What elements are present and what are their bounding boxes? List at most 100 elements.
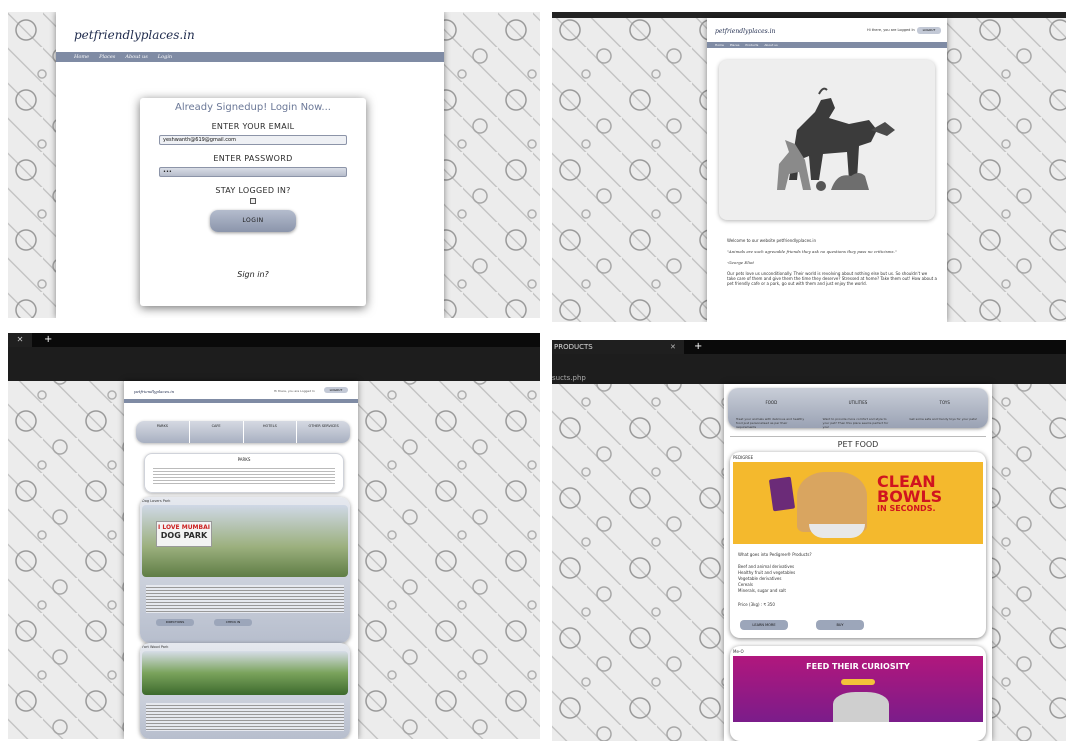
banner-cta	[841, 679, 875, 685]
pets-hero-image	[719, 60, 935, 220]
product-banner: CLEAN BOWLS IN SECONDS.	[733, 462, 983, 544]
category-description: Want to provide more comfort and style t…	[822, 417, 889, 429]
browser-tab[interactable]: ✕	[8, 333, 32, 347]
browser-tab-bar: PRODUCTS ✕ +	[552, 340, 1066, 354]
product-question: What goes into Pedigree® Products?	[738, 552, 812, 557]
browser-tab[interactable]: PRODUCTS	[552, 340, 684, 354]
products-page: FOOD Treat your animals with delicious a…	[724, 384, 992, 741]
park-title: Dog Lovers Park	[142, 499, 171, 503]
banner-line-3: IN SECONDS.	[877, 504, 936, 513]
browser-tab-bar: ✕ +	[8, 333, 540, 347]
product-banner: FEED THEIR CURIOSITY	[733, 656, 983, 722]
signin-link[interactable]: Sign in?	[140, 270, 366, 279]
login-screenshot: petfriendlyplaces.in Home Places About u…	[8, 12, 540, 318]
checkin-button[interactable]: CHECK IN	[214, 619, 252, 626]
nav-about[interactable]: About us	[125, 54, 147, 60]
new-tab-icon[interactable]: +	[694, 340, 702, 354]
site-logo[interactable]: petfriendlyplaces.in	[715, 28, 775, 35]
sign-bottom-text: DOG PARK	[160, 531, 208, 540]
category-other-services[interactable]: OTHER SERVICES	[297, 421, 350, 443]
category-description: Get some safe and trendy toys for your p…	[909, 417, 978, 421]
section-title: PET FOOD	[837, 440, 879, 449]
logout-button[interactable]: LOGOUT	[324, 387, 348, 393]
food-pack-icon	[768, 476, 796, 512]
product-buttons: LEARN MORE BUY	[730, 608, 986, 630]
category-food[interactable]: FOOD Treat your animals with delicious a…	[728, 388, 815, 429]
password-label: ENTER PASSWORD	[213, 154, 293, 163]
nav-home[interactable]: Home	[715, 43, 724, 47]
password-field[interactable]: •••	[159, 167, 347, 177]
nav-login[interactable]: Login	[158, 54, 172, 60]
parks-page: petfriendlyplaces.in Hi there, you are L…	[124, 381, 358, 739]
login-card: Already Signedup! Login Now... ENTER YOU…	[140, 98, 366, 306]
park-buttons: DIRECTIONS CHECK IN	[140, 613, 350, 626]
park-card: Fort Wood Park	[140, 643, 350, 739]
category-title: FOOD	[765, 400, 778, 405]
login-page: petfriendlyplaces.in Home Places About u…	[56, 12, 444, 318]
nav-home[interactable]: Home	[74, 54, 89, 60]
body-text: Our pets love us unconditionally. Their …	[727, 271, 937, 286]
home-page: petfriendlyplaces.in Hi there, you are L…	[707, 18, 947, 322]
stay-logged-label: STAY LOGGED IN?	[215, 186, 291, 195]
home-screenshot: petfriendlyplaces.in Hi there, you are L…	[552, 12, 1066, 322]
url-text[interactable]: sucts.php	[552, 374, 586, 382]
category-parks[interactable]: PARKS	[136, 421, 190, 443]
nav-places[interactable]: Places	[99, 54, 115, 60]
nav-products[interactable]: Products	[745, 43, 758, 47]
product-name: PEDIGREE	[733, 455, 754, 460]
learn-more-button[interactable]: LEARN MORE	[740, 620, 788, 630]
banner-headline: FEED THEIR CURIOSITY	[806, 662, 910, 671]
welcome-user-text: Hi there, you are Logged In	[867, 28, 915, 32]
divider	[730, 436, 986, 437]
nav-bar: Home Places About us Login	[56, 52, 444, 62]
section-description	[153, 466, 335, 486]
category-bar: PARKS CAFE HOTELS OTHER SERVICES	[136, 421, 350, 443]
close-icon[interactable]: ✕	[670, 340, 676, 354]
parks-section: PARKS	[144, 453, 344, 493]
welcome-user-text: Hi there, you are Logged In	[274, 389, 315, 393]
nav-bar: Home Places Products About us	[707, 42, 947, 48]
park-image	[142, 651, 348, 695]
park-title: Fort Wood Park	[142, 645, 169, 649]
product-card: Me-O FEED THEIR CURIOSITY	[730, 646, 986, 741]
products-screenshot: PRODUCTS ✕ + sucts.php FOOD Treat your a…	[552, 340, 1066, 741]
park-description	[146, 703, 344, 731]
park-description	[146, 585, 344, 613]
email-label: ENTER YOUR EMAIL	[211, 122, 295, 131]
section-title: PARKS	[237, 457, 251, 462]
buy-button[interactable]: BUY	[816, 620, 864, 630]
banner-headline: CLEAN BOWLS IN SECONDS.	[877, 474, 942, 514]
new-tab-icon[interactable]: +	[44, 333, 52, 347]
category-title: TOYS	[939, 400, 950, 405]
welcome-text: Welcome to our website petfriendlyplaces…	[727, 238, 817, 243]
park-image: I LOVE MUMBAI DOG PARK	[142, 505, 348, 577]
nav-places[interactable]: Places	[730, 43, 740, 47]
close-icon[interactable]: ✕	[17, 335, 24, 344]
category-hotels[interactable]: HOTELS	[244, 421, 298, 443]
parks-screenshot: ✕ + petfriendlyplaces.in Hi there, you a…	[8, 333, 540, 739]
quote-text: "Animals are such agreeable friends they…	[727, 249, 897, 254]
product-card: PEDIGREE CLEAN BOWLS IN SECONDS. What go…	[730, 452, 986, 638]
welcome-section: Welcome to our website petfriendlyplaces…	[727, 238, 937, 286]
category-utilities[interactable]: UTILITIES Want to provide more comfort a…	[815, 388, 902, 429]
logout-button[interactable]: LOGOUT	[917, 27, 941, 34]
category-bar: FOOD Treat your animals with delicious a…	[728, 388, 988, 429]
quote-author: -George Eliot	[727, 260, 754, 265]
nav-about[interactable]: About us	[764, 43, 777, 47]
product-name: Me-O	[733, 649, 744, 654]
site-logo[interactable]: petfriendlyplaces.in	[134, 389, 174, 394]
ingredient-item: Minerals, sugar and salt	[738, 588, 786, 593]
category-cafe[interactable]: CAFE	[190, 421, 244, 443]
browser-address-bar: sucts.php	[552, 354, 1066, 384]
category-description: Treat your animals with delicious and he…	[736, 417, 805, 429]
site-logo[interactable]: petfriendlyplaces.in	[74, 28, 195, 42]
bowl-icon	[809, 524, 865, 538]
dog-icon	[797, 472, 867, 532]
directions-button[interactable]: DIRECTIONS	[156, 619, 194, 626]
email-field[interactable]: yeshwanth@619@gmail.com	[159, 135, 347, 145]
login-heading: Already Signedup! Login Now...	[175, 102, 331, 113]
category-toys[interactable]: TOYS Get some safe and trendy toys for y…	[901, 388, 988, 428]
stay-logged-checkbox[interactable]	[250, 198, 256, 204]
login-button[interactable]: LOGIN	[210, 210, 296, 232]
category-title: UTILITIES	[848, 400, 868, 405]
